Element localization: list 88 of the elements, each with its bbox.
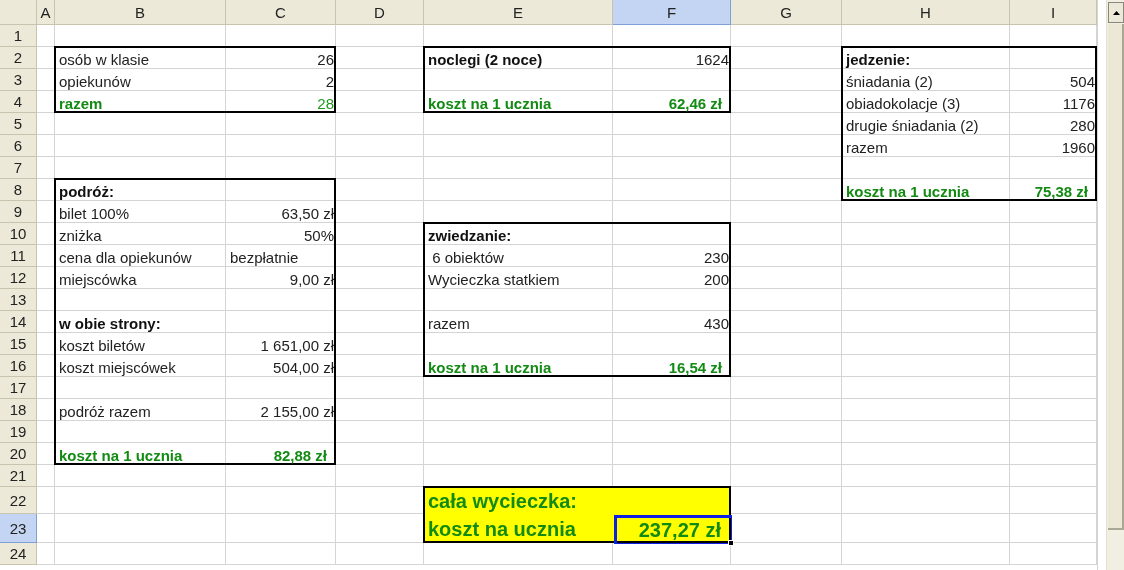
table-cell-text: noclegi (2 noce) [427,49,544,70]
table-cell-text: 62,46 zł [667,93,723,114]
row-header[interactable]: 13 [0,289,37,311]
table-cell-text: drugie śniadania (2) [845,115,980,136]
table-cell-text: 63,50 zł [280,203,335,224]
row-header[interactable]: 18 [0,399,37,421]
row-header[interactable]: 20 [0,443,37,465]
table-cell-text: 6 obiektów [431,247,505,268]
table-cell-text: 280 [1068,115,1096,136]
table-cell-text: zwiedzanie: [427,225,513,246]
column-header[interactable]: H [842,0,1010,25]
table-cell-text: 504,00 zł [272,357,335,378]
table-cell-text: 504 [1068,71,1096,92]
table-cell-text: 200 [702,269,730,290]
table-cell-text: osób w klasie [58,49,151,70]
active-table-cell[interactable]: 237,27 zł [614,515,732,544]
column-header[interactable]: G [731,0,842,25]
table-cell-text: 230 [702,247,730,268]
table-cell-text: razem [427,313,471,334]
row-header[interactable]: 19 [0,421,37,443]
column-header[interactable]: F [613,0,731,25]
row-header[interactable]: 21 [0,465,37,487]
table-cell-text: 75,38 zł [1033,181,1089,202]
table-cell-text: koszt na ucznia [427,517,577,542]
row-header[interactable]: 22 [0,487,37,514]
table-cell-text: zniżka [58,225,103,246]
table-cell-text: 82,88 zł [272,445,328,466]
column-header[interactable]: D [336,0,424,25]
table-cell-text: opiekunów [58,71,132,92]
row-header[interactable]: 14 [0,311,37,333]
table-cell-text: 26 [316,49,335,70]
table-cell-text: bezpłatnie [229,247,300,268]
row-header[interactable]: 12 [0,267,37,289]
table-cell-text: koszt na 1 ucznia [427,357,553,378]
select-all-button[interactable] [0,0,37,25]
vertical-scrollbar[interactable] [1106,0,1124,570]
table-cell-text: koszt na 1 ucznia [58,445,184,466]
row-header[interactable]: 1 [0,25,37,47]
row-header[interactable]: 6 [0,135,37,157]
table-cell-text: razem [845,137,889,158]
row-header[interactable]: 7 [0,157,37,179]
table-cell-text: jedzenie: [844,49,912,70]
table-cell-text: koszt na 1 ucznia [427,93,553,114]
row-header[interactable]: 8 [0,179,37,201]
table-cell-text: cała wycieczka: [427,489,578,514]
table-cell-text: 2 155,00 zł [259,401,335,422]
table-cell-text: obiadokolacje (3) [845,93,962,114]
column-header[interactable]: C [226,0,336,25]
column-header[interactable]: A [37,0,55,25]
table-cell-text: koszt biletów [58,335,146,356]
table-cell-text: razem [58,93,104,114]
table-cell-text: śniadania (2) [845,71,934,92]
table-cell-text: 50% [302,225,335,246]
row-header[interactable]: 5 [0,113,37,135]
row-header[interactable]: 17 [0,377,37,399]
row-header[interactable]: 11 [0,245,37,267]
table-cell-text: podróż razem [58,401,152,422]
scroll-up-button[interactable] [1108,2,1124,23]
table-cell-text: Wycieczka statkiem [427,269,561,290]
table-cell-text: 28 [316,93,335,114]
table-cell-text: koszt na 1 ucznia [845,181,971,202]
row-header[interactable]: 2 [0,47,37,69]
table-cell-text: 430 [702,313,730,334]
row-header[interactable]: 4 [0,91,37,113]
column-header[interactable]: I [1010,0,1097,25]
table-cell-text: cena dla opiekunów [58,247,193,268]
row-header[interactable]: 9 [0,201,37,223]
row-header[interactable]: 23 [0,514,37,543]
table-cell-text: w obie strony: [58,313,162,334]
table-cell-text: 16,54 zł [667,357,723,378]
table-cell-text: koszt miejscówek [58,357,177,378]
row-header[interactable]: 16 [0,355,37,377]
row-header[interactable]: 3 [0,69,37,91]
table-cell-text: 1176 [1061,93,1096,114]
row-header[interactable]: 24 [0,543,37,565]
table-cell-text: 2 [324,71,335,92]
column-header[interactable]: B [55,0,226,25]
table-cell-text: miejscówka [58,269,138,290]
table-cell-text: bilet 100% [58,203,131,224]
table-cell-text: podróż: [58,181,115,202]
table-cell-text: 1624 [694,49,730,70]
row-header[interactable]: 10 [0,223,37,245]
column-header[interactable]: E [424,0,613,25]
table-cell-text: 1 651,00 zł [259,335,335,356]
up-arrow-icon [1112,10,1120,15]
table-cell-text: 1960 [1060,137,1096,158]
row-header[interactable]: 15 [0,333,37,355]
table-cell-text: 9,00 zł [288,269,335,290]
